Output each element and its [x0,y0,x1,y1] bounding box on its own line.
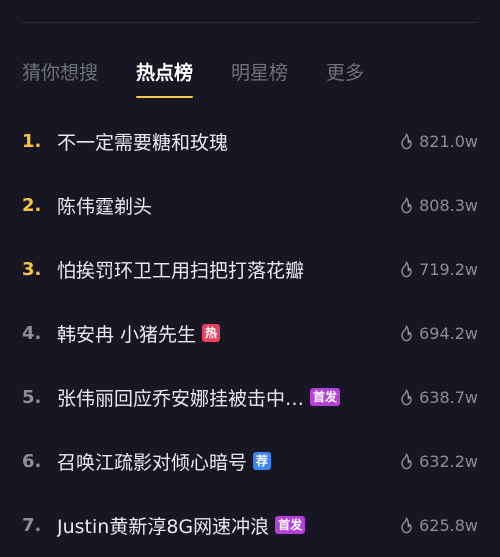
heat-count: 821.0w [399,132,478,151]
heat-value: 638.7w [419,387,478,407]
list-item[interactable]: 1. 不一定需要糖和玫瑰 821.0w [0,109,500,173]
heat-count: 719.2w [399,260,478,279]
flame-icon [401,388,412,405]
heat-value: 694.2w [419,323,478,343]
list-item[interactable]: 3. 怕挨罚环卫工用扫把打落花瓣 719.2w [0,237,500,301]
flame-icon [401,132,412,149]
flame-icon [401,324,412,341]
heat-count: 632.2w [399,452,478,471]
list-item[interactable]: 7. Justin黄新淳8G网速冲浪 首发 625.8w [0,493,500,557]
item-title: 陈伟霆剃头 [57,195,153,218]
title-wrap: Justin黄新淳8G网速冲浪 首发 [57,512,370,539]
hot-badge: 热 [202,324,221,342]
tab-more[interactable]: 更多 [326,58,364,88]
list-item[interactable]: 5. 张伟丽回应乔安娜挂被击中… 首发 638.7w [0,365,500,429]
flame-icon [401,516,412,533]
first-release-badge: 首发 [310,388,341,406]
heat-count: 694.2w [399,324,478,343]
tab-star-list[interactable]: 明星榜 [231,58,288,88]
recommend-badge: 荐 [253,452,272,470]
flame-icon [401,452,412,469]
item-title: 张伟丽回应乔安娜挂被击中… [57,387,305,410]
rank-number: 6. [22,450,42,472]
rank-number: 7. [22,514,42,536]
heat-count: 625.8w [399,516,478,535]
top-divider [22,22,478,23]
first-release-badge: 首发 [275,516,306,534]
rank-number: 5. [22,386,42,408]
item-title: Justin黄新淳8G网速冲浪 [57,515,270,538]
title-wrap: 陈伟霆剃头 [57,192,370,219]
rank-number: 1. [22,130,42,152]
heat-value: 821.0w [419,131,478,151]
hot-list: 1. 不一定需要糖和玫瑰 821.0w 2. 陈伟霆剃头 808.3w 3. 怕… [0,109,500,557]
heat-value: 632.2w [419,451,478,471]
rank-number: 4. [22,322,42,344]
heat-value: 808.3w [419,195,478,215]
rank-number: 3. [22,258,42,280]
title-wrap: 韩安冉 小猪先生 热 [57,320,370,347]
tab-guess-search[interactable]: 猜你想搜 [22,58,98,88]
item-title: 召唤江疏影对倾心暗号 [57,451,248,474]
heat-count: 808.3w [399,196,478,215]
flame-icon [401,260,412,277]
item-title: 韩安冉 小猪先生 [57,323,197,346]
heat-value: 719.2w [419,259,478,279]
rank-number: 2. [22,194,42,216]
title-wrap: 召唤江疏影对倾心暗号 荐 [57,448,370,475]
list-item[interactable]: 6. 召唤江疏影对倾心暗号 荐 632.2w [0,429,500,493]
item-title: 怕挨罚环卫工用扫把打落花瓣 [57,259,305,282]
list-item[interactable]: 4. 韩安冉 小猪先生 热 694.2w [0,301,500,365]
heat-value: 625.8w [419,515,478,535]
flame-icon [401,196,412,213]
list-item[interactable]: 2. 陈伟霆剃头 808.3w [0,173,500,237]
tab-bar: 猜你想搜 热点榜 明星榜 更多 [22,58,402,102]
tab-hot-list[interactable]: 热点榜 [136,58,194,98]
heat-count: 638.7w [399,388,478,407]
item-title: 不一定需要糖和玫瑰 [57,131,229,154]
title-wrap: 不一定需要糖和玫瑰 [57,128,370,155]
title-wrap: 怕挨罚环卫工用扫把打落花瓣 [57,256,370,283]
title-wrap: 张伟丽回应乔安娜挂被击中… 首发 [57,384,370,411]
